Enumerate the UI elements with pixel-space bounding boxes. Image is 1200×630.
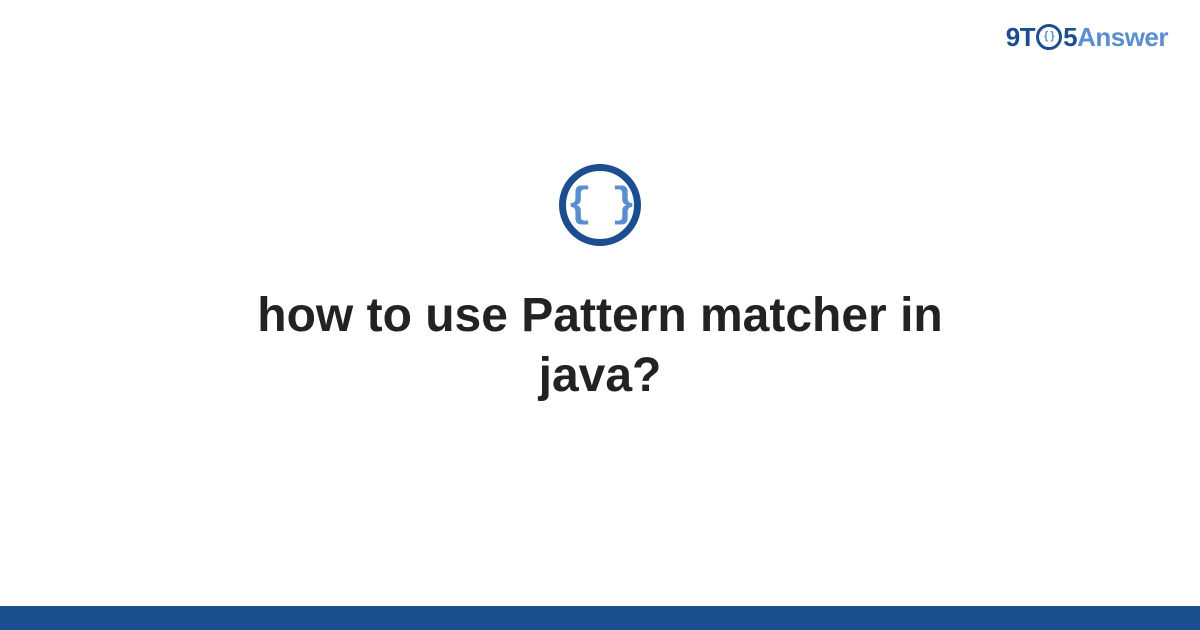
main-content: { } how to use Pattern matcher in java? xyxy=(0,0,1200,630)
braces-glyph: { } xyxy=(567,184,634,226)
footer-bar xyxy=(0,606,1200,630)
code-braces-icon: { } xyxy=(559,164,641,246)
question-title: how to use Pattern matcher in java? xyxy=(150,286,1050,406)
